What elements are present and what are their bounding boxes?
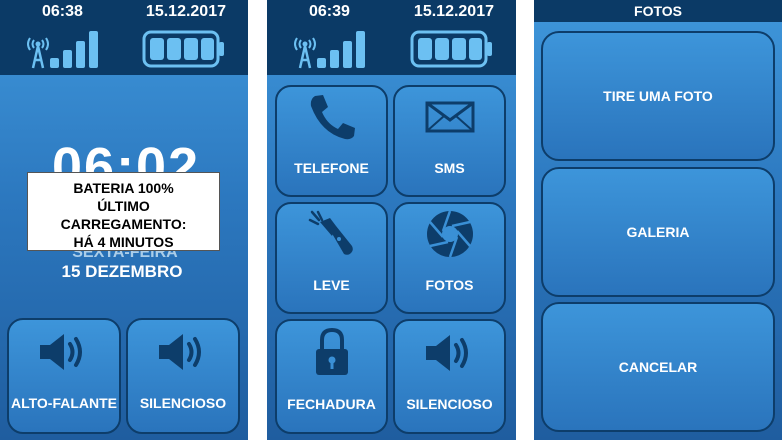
signal-icon [294,31,365,69]
photos-screen: FOTOS TIRE UMA FOTO GALERIA CANCELAR [534,0,782,440]
battery-icon [410,30,492,68]
speaker-icon [159,334,201,370]
silent-tile-label: SILENCIOSO [406,396,493,412]
sms-tile[interactable]: SMS [393,85,506,197]
cancel-button[interactable]: CANCELAR [541,302,775,432]
battery-popup: BATERIA 100% ÚLTIMO CARREGAMENTO: HÁ 4 M… [27,172,220,251]
lock-screen: 06:38 15.12.2017 06:02 SEXTA-FEIRA 15 DE… [0,0,248,440]
popup-line: CARREGAMENTO: [60,216,187,232]
speaker-icon [425,335,468,371]
silent-button[interactable]: SILENCIOSO [126,318,240,434]
phone-icon [310,95,355,140]
battery-icon [142,30,224,68]
silent-tile[interactable]: SILENCIOSO [393,319,506,434]
lock-tile[interactable]: FECHADURA [275,319,388,434]
sms-tile-label: SMS [434,160,465,176]
envelope-icon [425,101,474,133]
status-bar: 06:39 15.12.2017 [267,0,516,75]
status-date: 15.12.2017 [145,3,226,20]
camera-shutter-icon [426,210,473,258]
status-time: 06:38 [42,3,83,20]
photos-tile[interactable]: FOTOS [393,202,506,314]
silent-button-label: SILENCIOSO [139,395,227,411]
speaker-button[interactable]: ALTO-FALANTE [7,318,121,434]
popup-line: HÁ 4 MINUTOS [73,234,174,250]
signal-icon [27,31,98,69]
speaker-icon [40,334,82,370]
popup-line: BATERIA 100% [73,180,174,196]
speaker-button-label: ALTO-FALANTE [10,395,118,411]
phone-tile[interactable]: TELEFONE [275,85,388,197]
day-date: 15 DEZEMBRO [61,262,183,281]
phone-tile-label: TELEFONE [294,160,369,176]
lock-tile-label: FECHADURA [287,396,376,412]
photos-tile-label: FOTOS [425,277,474,293]
status-date: 15.12.2017 [413,3,494,20]
flashlight-tile[interactable]: LEVE [275,202,388,314]
page-title: FOTOS [534,0,782,22]
status-time: 06:39 [309,3,350,20]
gallery-button[interactable]: GALERIA [541,167,775,297]
lock-icon [315,327,348,375]
take-photo-button[interactable]: TIRE UMA FOTO [541,31,775,161]
flashlight-icon [308,210,353,255]
flashlight-tile-label: LEVE [313,277,350,293]
home-screen: 06:39 15.12.2017 TELEFONE SMS LEVE FOTOS… [267,0,516,440]
status-bar: 06:38 15.12.2017 [0,0,248,75]
popup-line: ÚLTIMO [97,198,150,214]
